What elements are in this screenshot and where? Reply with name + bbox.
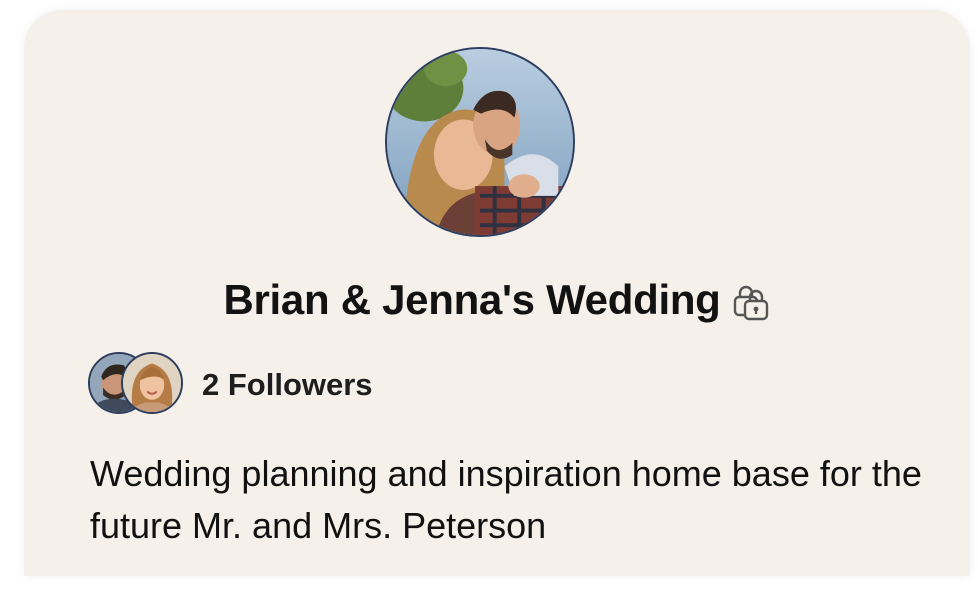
follower-avatar [121,352,183,414]
followers-row[interactable]: 2 Followers [88,352,373,418]
followers-count[interactable]: 2 Followers [202,367,373,403]
lock-icon [731,283,771,323]
couple-photo [387,49,573,235]
board-title: Brian & Jenna's Wedding [223,276,721,323]
follower-avatars [88,352,186,418]
board-description: Wedding planning and inspiration home ba… [90,453,922,546]
board-title-row: Brian & Jenna's Wedding [24,270,970,330]
board-cover-image[interactable] [385,47,575,237]
woman-avatar [123,354,181,412]
board-card[interactable]: Brian & Jenna's Wedding 2 Followers Wedd… [24,10,970,576]
